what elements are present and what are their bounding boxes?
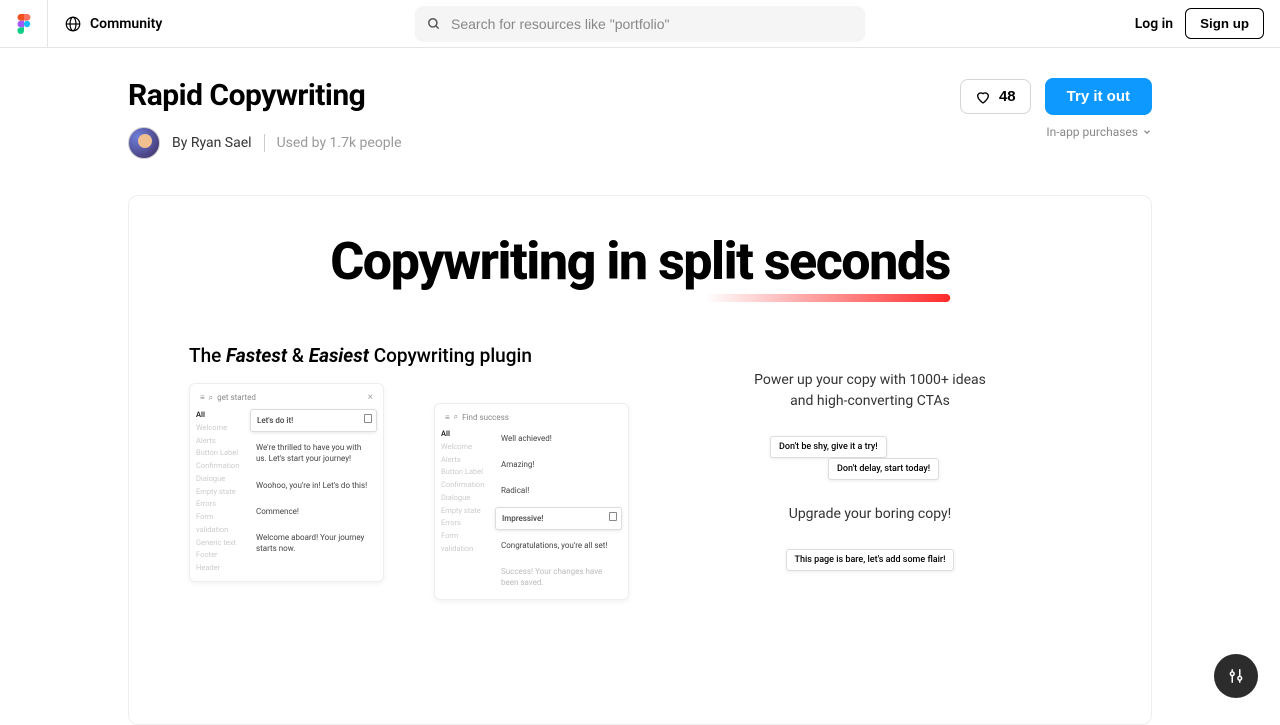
content: Rapid Copywriting By Ryan Sael Used by 1… [128,48,1152,725]
mock1-search: ≡ ⌕ get started × [196,390,377,405]
sliders-icon [1227,667,1245,685]
mock-panel-2: ≡ ⌕ Find success AllWelcomeAlertsButton … [434,403,629,600]
title-row: Rapid Copywriting By Ryan Sael Used by 1… [128,78,1152,159]
hero-left: The Fastest & Easiest Copywriting plugin… [189,344,629,600]
figma-logo[interactable] [16,0,48,48]
mock2-search: ≡ ⌕ Find success [441,410,622,424]
right-text-1: Power up your copy with 1000+ ideas and … [750,370,990,412]
globe-icon [64,15,82,33]
search-icon [427,17,441,31]
hero-card: Copywriting in split seconds The Fastest… [128,195,1152,725]
chip-1: Don't be shy, give it a try! [770,436,887,458]
mock2-list: Well achieved! Amazing! Radical! Impressive… [495,428,622,593]
chip-cluster: Don't be shy, give it a try! Don't delay… [770,436,970,480]
iap-label: In-app purchases [1046,125,1138,139]
mock-row: ≡ ⌕ get started × AllWelcomeAlertsButton… [189,383,629,600]
chip-2: Don't delay, start today! [828,458,939,480]
mock-panel-1: ≡ ⌕ get started × AllWelcomeAlertsButton… [189,383,384,582]
hero-right: Power up your copy with 1000+ ideas and … [649,344,1091,571]
try-button[interactable]: Try it out [1045,78,1152,115]
mock-item: Well achieved! [495,428,622,449]
top-header: Community Log in Sign up [0,0,1280,48]
page-title: Rapid Copywriting [128,78,402,113]
hero-headline: Copywriting in split seconds [330,236,950,288]
hero-body: The Fastest & Easiest Copywriting plugin… [149,344,1131,600]
right-text-2: Upgrade your boring copy! [789,504,952,525]
signup-button[interactable]: Sign up [1185,8,1264,39]
search-input[interactable] [415,6,865,42]
iap-dropdown[interactable]: In-app purchases [1046,125,1152,139]
mock-item: Success! Your changes have been saved. [495,561,622,593]
mock-item: Let's do it! [250,409,377,432]
close-icon: × [368,392,373,403]
auth-group: Log in Sign up [1135,8,1264,39]
title-left: Rapid Copywriting By Ryan Sael Used by 1… [128,78,402,159]
chevron-down-icon [1142,127,1152,137]
author[interactable]: By Ryan Sael [172,135,252,151]
heart-icon [975,89,991,105]
separator [264,134,265,152]
title-right: 48 Try it out In-app purchases [960,78,1152,139]
mock-item: Commence! [250,501,377,522]
search-icon: ⌕ [454,412,458,422]
community-label: Community [90,16,162,32]
headline-underline [705,294,950,302]
byline: By Ryan Sael Used by 1.7k people [128,127,402,159]
login-link[interactable]: Log in [1135,16,1173,32]
search-wrap [415,6,865,42]
mock-item: Woohoo, you're in! Let's do this! [250,475,377,496]
mock-item: Congratulations, you're all set! [495,535,622,556]
mock-item: Amazing! [495,454,622,475]
avatar[interactable] [128,127,160,159]
chip-3: This page is bare, let's add some flair! [786,549,955,571]
search-icon: ⌕ [209,393,213,403]
menu-icon: ≡ [200,393,205,402]
usage-count: Used by 1.7k people [277,135,402,151]
settings-fab[interactable] [1214,654,1258,698]
hero-subtext: The Fastest & Easiest Copywriting plugin [189,344,629,367]
mock-item: Radical! [495,480,622,501]
like-button[interactable]: 48 [960,79,1031,114]
mock-item: We're thrilled to have you with us. Let'… [250,437,377,469]
menu-icon: ≡ [445,413,450,422]
community-link[interactable]: Community [64,15,162,33]
mock-item: Impressive! [495,507,622,530]
mock1-side: AllWelcomeAlertsButton LabelConfirmation… [196,409,246,575]
mock1-list: Let's do it! We're thrilled to have you w… [250,409,377,575]
mock-item: Welcome aboard! Your journey starts now. [250,527,377,559]
like-count: 48 [999,88,1016,105]
action-row: 48 Try it out [960,78,1152,115]
mock2-side: AllWelcomeAlertsButton LabelConfirmation… [441,428,491,593]
